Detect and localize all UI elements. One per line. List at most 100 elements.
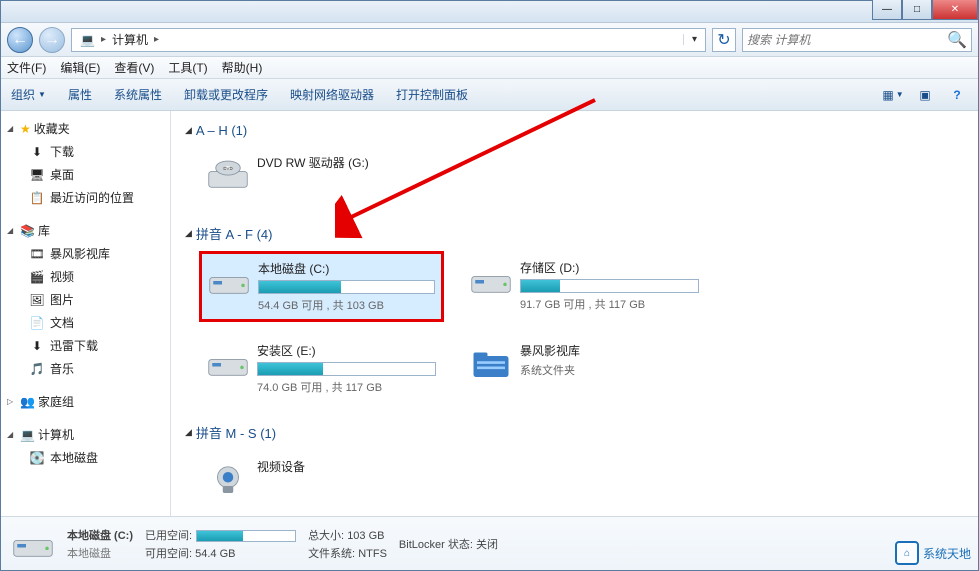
computer-icon: 💻 [20, 428, 35, 442]
tile-name: 视频设备 [257, 458, 436, 475]
desktop-icon: 🖥 [29, 167, 45, 183]
chevron-right-icon: ▷ [7, 397, 17, 406]
drive-icon [208, 260, 250, 302]
search-input[interactable] [747, 33, 947, 47]
menu-edit[interactable]: 编辑(E) [60, 59, 100, 76]
details-fs-val: NTFS [358, 548, 387, 560]
category-header[interactable]: ◢拼音 A - F (4) [185, 220, 964, 247]
sidebar-item-pictures[interactable]: 🖼图片 [1, 288, 170, 311]
sidebar-item-desktop[interactable]: 🖥桌面 [1, 163, 170, 186]
chevron-down-icon: ◢ [7, 124, 17, 133]
cmd-properties[interactable]: 属性 [68, 86, 92, 103]
space-bar [258, 280, 435, 294]
close-button[interactable]: ✕ [932, 0, 978, 20]
menubar: 文件(F) 编辑(E) 查看(V) 工具(T) 帮助(H) [1, 57, 978, 79]
sidebar: ◢★收藏夹 ⬇下载 🖥桌面 📋最近访问的位置 ◢📚库 🎞暴风影视库 🎬视频 🖼图… [1, 111, 171, 516]
sidebar-item-baofeng[interactable]: 🎞暴风影视库 [1, 242, 170, 265]
breadcrumb-icon: 💻 [76, 33, 99, 47]
drive-tile[interactable]: 本地磁盘 (C:)54.4 GB 可用 , 共 103 GB [199, 251, 444, 322]
tile-subtext: 系统文件夹 [520, 362, 699, 378]
menu-file[interactable]: 文件(F) [7, 59, 46, 76]
forward-button[interactable]: → [39, 27, 65, 53]
cmd-control-panel[interactable]: 打开控制面板 [396, 86, 468, 103]
space-bar [520, 279, 699, 293]
nav-row: ← → 💻 ▸ 计算机 ▸ ▾ ↻ 🔍 [1, 23, 978, 57]
details-total-label: 总大小: [308, 530, 344, 542]
tile-name: 安装区 (E:) [257, 342, 436, 359]
svg-text:DVD: DVD [223, 166, 232, 171]
sidebar-homegroup[interactable]: ▷👥家庭组 [1, 390, 170, 413]
sidebar-item-videos[interactable]: 🎬视频 [1, 265, 170, 288]
breadcrumb-root[interactable]: 计算机 [108, 31, 152, 48]
details-free-label: 可用空间: [145, 548, 192, 560]
view-icon: ▦ [882, 88, 893, 102]
video-icon: 🎬 [29, 269, 45, 285]
device-tile[interactable]: 视频设备 [199, 450, 444, 508]
tile-subtext: 91.7 GB 可用 , 共 117 GB [520, 296, 699, 312]
menu-help[interactable]: 帮助(H) [222, 59, 263, 76]
cmd-uninstall[interactable]: 卸载或更改程序 [184, 86, 268, 103]
video-lib-icon: 🎞 [29, 246, 45, 262]
maximize-button[interactable]: □ [902, 0, 932, 20]
search-icon[interactable]: 🔍 [947, 30, 967, 50]
cmd-system-properties[interactable]: 系统属性 [114, 86, 162, 103]
sidebar-favorites[interactable]: ◢★收藏夹 [1, 117, 170, 140]
tile-subtext: 54.4 GB 可用 , 共 103 GB [258, 297, 435, 313]
tile-name: 存储区 (D:) [520, 259, 699, 276]
folder-icon [470, 342, 512, 384]
address-dropdown[interactable]: ▾ [683, 34, 701, 45]
refresh-button[interactable]: ↻ [712, 28, 736, 52]
sidebar-item-downloads[interactable]: ⬇下载 [1, 140, 170, 163]
dvd-tile[interactable]: DVDDVD RW 驱动器 (G:) [199, 146, 444, 204]
category-header[interactable]: ◢拼音 M - S (1) [185, 419, 964, 446]
tile-name: 暴风影视库 [520, 342, 699, 359]
chevron-down-icon: ◢ [7, 226, 17, 235]
download-icon: ⬇ [29, 338, 45, 354]
drive-icon [207, 342, 249, 384]
library-icon: 📚 [20, 224, 35, 238]
download-icon: ⬇ [29, 144, 45, 160]
chevron-down-icon: ◢ [185, 228, 192, 239]
sidebar-item-music[interactable]: 🎵音乐 [1, 357, 170, 380]
menu-tools[interactable]: 工具(T) [168, 59, 207, 76]
sidebar-item-localdisk[interactable]: 💽本地磁盘 [1, 446, 170, 469]
tile-subtext: 74.0 GB 可用 , 共 117 GB [257, 379, 436, 395]
category-header[interactable]: ◢A – H (1) [185, 119, 964, 142]
breadcrumb-sep-icon: ▸ [99, 34, 108, 45]
chevron-down-icon: ◢ [7, 430, 17, 439]
sidebar-item-recent[interactable]: 📋最近访问的位置 [1, 186, 170, 209]
address-bar[interactable]: 💻 ▸ 计算机 ▸ ▾ [71, 28, 706, 52]
sidebar-libraries[interactable]: ◢📚库 [1, 219, 170, 242]
used-space-bar [196, 530, 296, 542]
titlebar: — □ ✕ [1, 1, 978, 23]
back-button[interactable]: ← [7, 27, 33, 53]
minimize-button[interactable]: — [872, 0, 902, 20]
space-bar [257, 362, 436, 376]
menu-view[interactable]: 查看(V) [114, 59, 154, 76]
dvd-icon: DVD [207, 154, 249, 196]
drive-tile[interactable]: 安装区 (E:) 74.0 GB 可用 , 共 117 GB [199, 334, 444, 403]
folder-tile[interactable]: 暴风影视库系统文件夹 [462, 334, 707, 403]
details-bitlocker-val: 关闭 [476, 539, 498, 551]
sidebar-item-xunlei[interactable]: ⬇迅雷下载 [1, 334, 170, 357]
preview-icon: ▣ [919, 88, 930, 102]
cmd-map-drive[interactable]: 映射网络驱动器 [290, 86, 374, 103]
homegroup-icon: 👥 [20, 395, 35, 409]
picture-icon: 🖼 [29, 292, 45, 308]
search-box[interactable]: 🔍 [742, 28, 972, 52]
details-total-val: 103 GB [347, 530, 384, 542]
cmd-organize[interactable]: 组织▼ [11, 86, 46, 103]
sidebar-item-documents[interactable]: 📄文档 [1, 311, 170, 334]
drive-icon: 💽 [29, 450, 45, 466]
sidebar-computer[interactable]: ◢💻计算机 [1, 423, 170, 446]
drive-icon [470, 259, 512, 301]
help-button[interactable]: ? [946, 84, 968, 106]
drive-icon [11, 524, 55, 564]
content-pane: ◢A – H (1) DVDDVD RW 驱动器 (G:) ◢拼音 A - F (4… [171, 111, 978, 516]
view-mode-button[interactable]: ▦▼ [882, 84, 904, 106]
drive-tile[interactable]: 存储区 (D:) 91.7 GB 可用 , 共 117 GB [462, 251, 707, 322]
preview-pane-button[interactable]: ▣ [914, 84, 936, 106]
chevron-down-icon: ◢ [185, 125, 192, 136]
device-icon [207, 458, 249, 500]
details-used-label: 已用空间: [145, 530, 192, 542]
